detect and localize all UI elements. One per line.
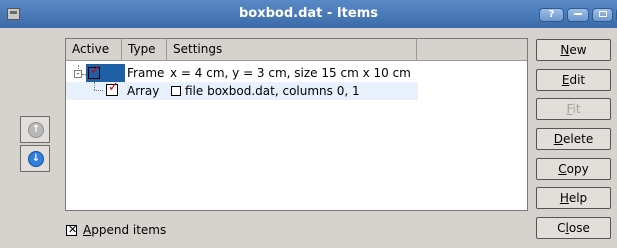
row-settings: file boxbod.dat, columns 0, 1 xyxy=(185,84,360,98)
arrow-down-icon: ↓ xyxy=(28,151,44,167)
maximize-button[interactable] xyxy=(592,8,613,22)
active-checkbox[interactable]: ✓ xyxy=(88,63,101,79)
help-button[interactable]: Help xyxy=(536,187,611,209)
maximize-icon xyxy=(598,11,607,17)
close-button[interactable]: Close xyxy=(536,217,611,239)
arrow-up-icon: ↑ xyxy=(28,122,44,138)
column-header-settings[interactable]: Settings xyxy=(167,39,417,60)
items-tree[interactable]: Active Type Settings - ✓ Frame x = 4 cm,… xyxy=(65,38,528,211)
minimize-button[interactable] xyxy=(567,8,589,22)
row-type: Array xyxy=(127,84,160,98)
column-header-type[interactable]: Type xyxy=(122,39,167,60)
help-titlebar-button[interactable]: ? xyxy=(539,8,564,22)
active-checkbox[interactable]: ✓ xyxy=(106,80,119,96)
checkmark-icon: ✓ xyxy=(108,80,119,95)
tree-branch-line xyxy=(94,82,95,90)
tree-header: Active Type Settings xyxy=(66,39,527,61)
move-up-button[interactable]: ↑ xyxy=(20,116,50,143)
append-items-option[interactable]: ✕ Append items xyxy=(66,220,166,240)
file-icon xyxy=(171,86,181,96)
move-down-button[interactable]: ↓ xyxy=(20,145,50,172)
tree-branch-line xyxy=(94,90,103,91)
fit-button[interactable]: Fit xyxy=(536,98,611,120)
column-header-active[interactable]: Active xyxy=(66,39,122,60)
append-items-label: ppend items xyxy=(91,223,167,237)
checked-x-icon: ✕ xyxy=(68,223,78,236)
title-bar: boxbod.dat - Items ? × xyxy=(0,0,617,28)
row-settings: x = 4 cm, y = 3 cm, size 15 cm x 10 cm xyxy=(170,66,411,80)
minimize-icon xyxy=(574,13,582,15)
collapse-icon[interactable]: - xyxy=(74,70,82,78)
tree-row[interactable]: ✓ Array file boxbod.dat, columns 0, 1 xyxy=(66,80,418,100)
delete-button[interactable]: Delete xyxy=(536,128,611,150)
new-button[interactable]: New xyxy=(536,39,611,61)
window-title: boxbod.dat - Items xyxy=(239,6,378,21)
copy-button[interactable]: Copy xyxy=(536,158,611,180)
append-items-checkbox[interactable]: ✕ xyxy=(66,223,78,236)
row-type: Frame xyxy=(127,66,165,80)
checkmark-icon: ✓ xyxy=(90,63,101,78)
edit-button[interactable]: Edit xyxy=(536,69,611,91)
